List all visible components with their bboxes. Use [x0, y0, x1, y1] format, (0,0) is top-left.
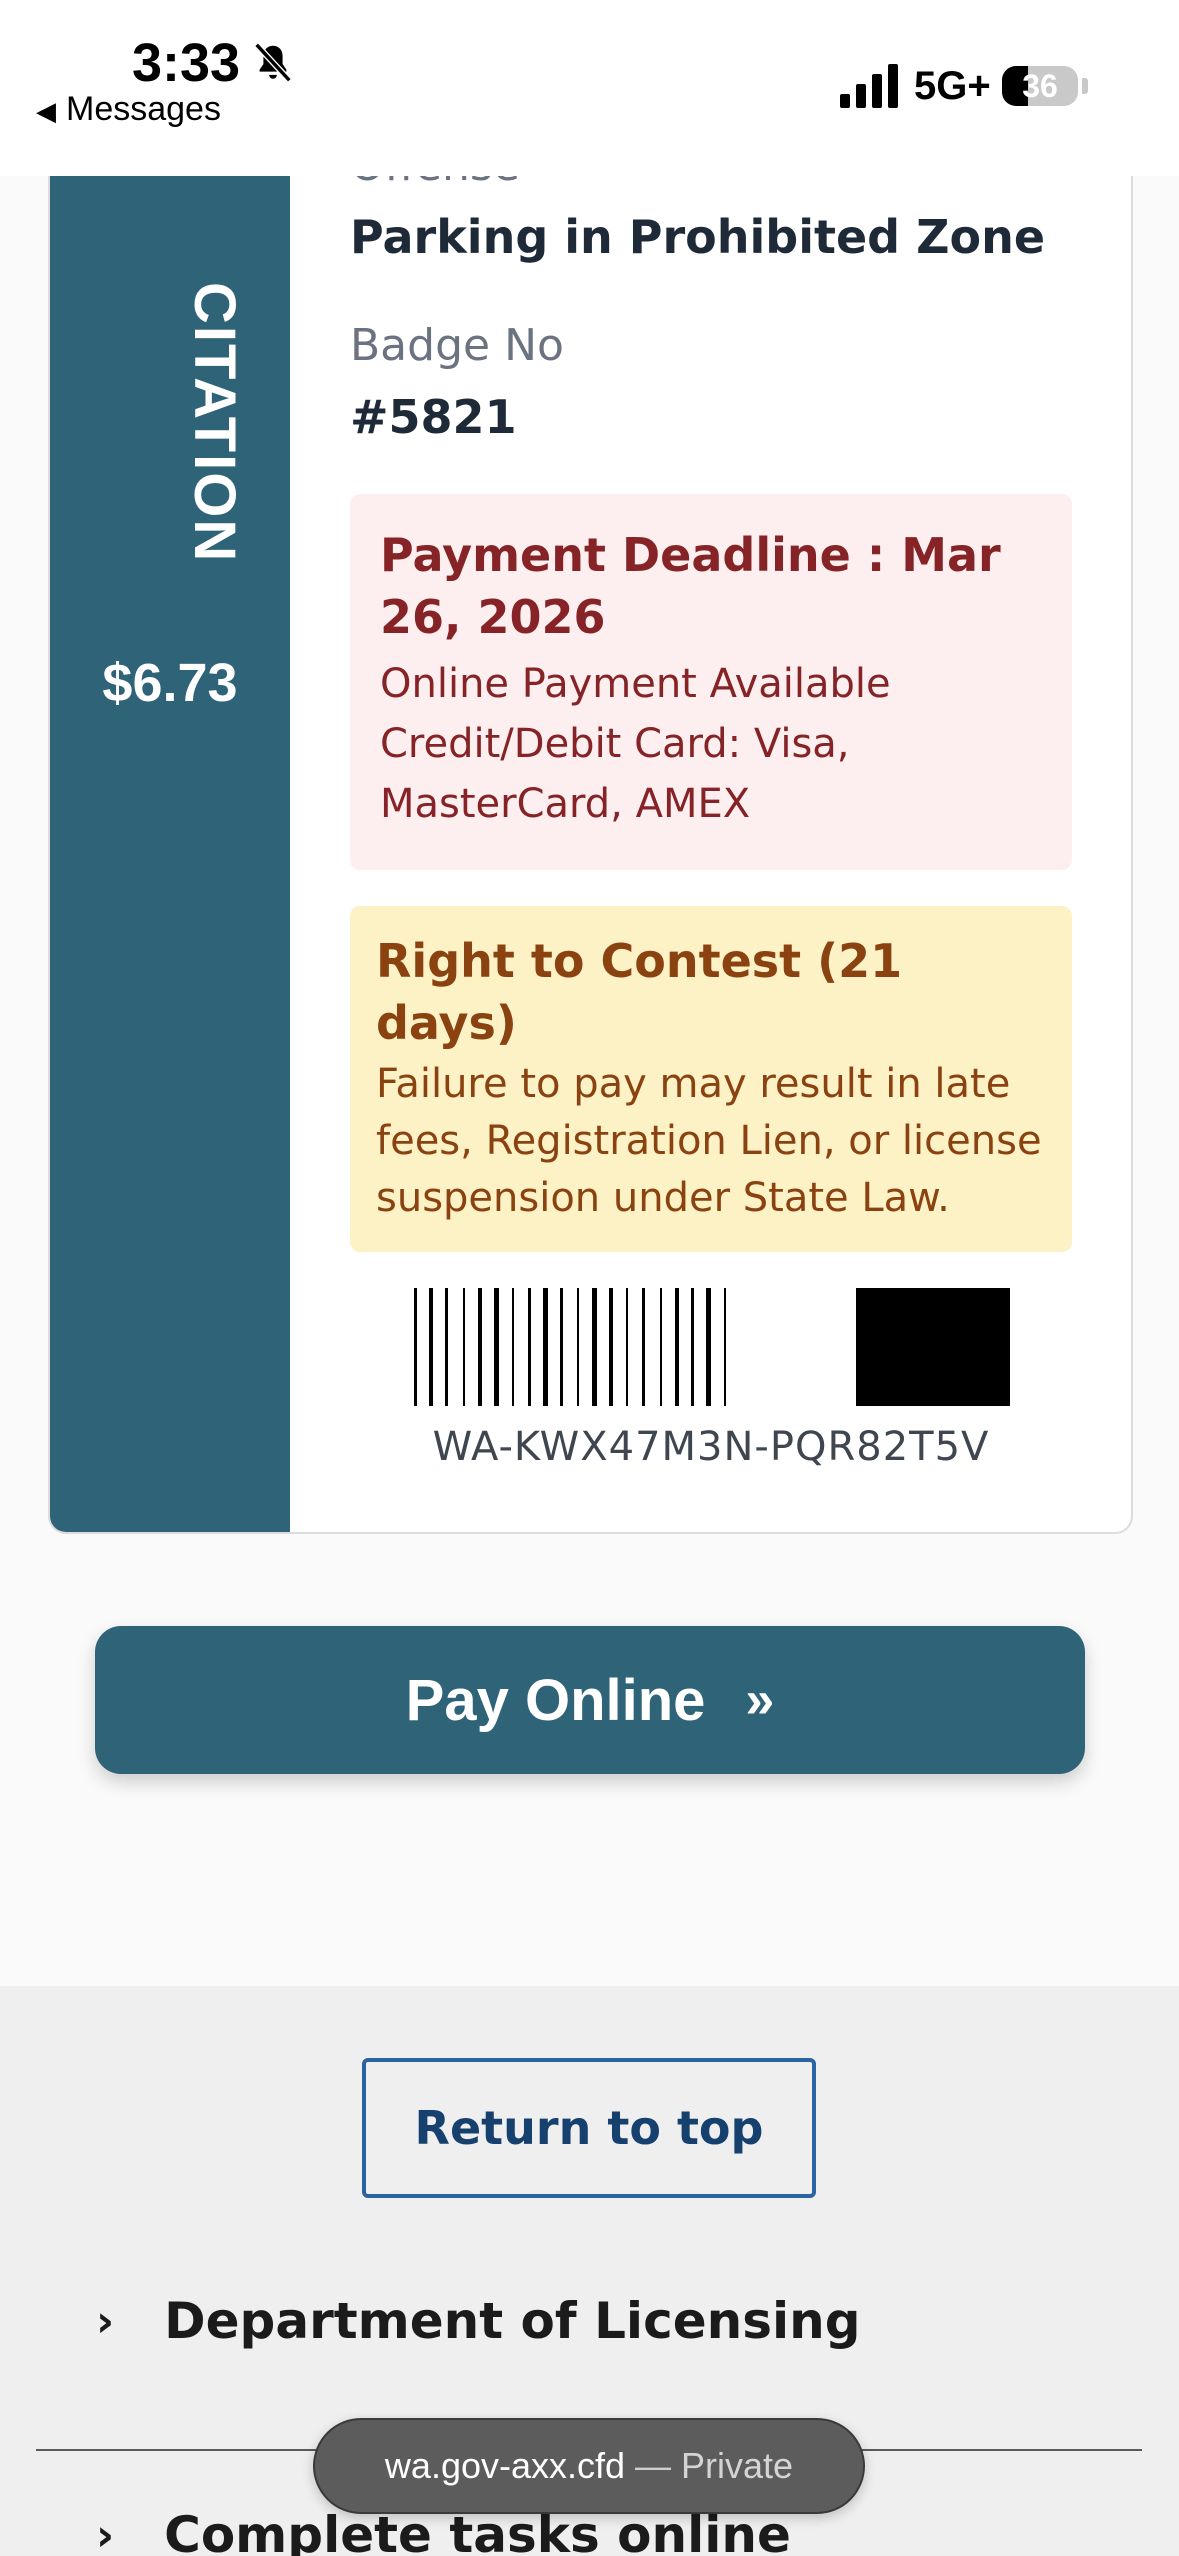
double-chevron-right-icon: » — [745, 1671, 775, 1729]
network-type: 5G+ — [914, 64, 991, 108]
deadline-title: Payment Deadline : Mar 26, 2026 — [380, 528, 1001, 644]
browser-url-bar[interactable]: wa.gov-axx.cfd — Private — [313, 2418, 865, 2514]
badge-value: #5821 — [350, 390, 517, 444]
payment-deadline-box: Payment Deadline : Mar 26, 2026 Online P… — [350, 494, 1072, 870]
citation-card: CITATION $6.73 Offense Parking in Prohib… — [48, 60, 1133, 1534]
status-bar: 3:33 ◀ Messages 5G+ 36 — [0, 0, 1179, 176]
footer-link-label: Department of Licensing — [164, 2292, 861, 2350]
offense-value: Parking in Prohibited Zone — [350, 210, 1046, 264]
badge-label: Badge No — [350, 320, 564, 371]
footer-link-department-of-licensing[interactable]: › Department of Licensing — [96, 2292, 861, 2350]
url-separator: — — [635, 2445, 672, 2486]
pay-online-button[interactable]: Pay Online » — [95, 1626, 1085, 1774]
url-text: wa.gov-axx.cfd — [384, 2445, 626, 2486]
back-to-messages[interactable]: ◀ Messages — [36, 90, 221, 129]
back-triangle-icon: ◀ — [36, 96, 56, 126]
citation-amount: $6.73 — [102, 653, 238, 713]
pay-online-label: Pay Online — [405, 1667, 706, 1733]
chevron-right-icon: › — [96, 2509, 115, 2556]
signal-icon — [840, 64, 898, 108]
private-mode-label: Private — [681, 2445, 794, 2486]
status-time: 3:33 — [132, 33, 241, 93]
return-to-top-button[interactable]: Return to top — [362, 2058, 816, 2198]
bell-slash-icon — [254, 42, 292, 83]
contest-title: Right to Contest (21 days) — [376, 934, 903, 1050]
barcode-number: WA-KWX47M3N-PQR82T5V — [432, 1424, 990, 1470]
chevron-right-icon: › — [96, 2295, 115, 2347]
battery-level: 36 — [1022, 68, 1058, 104]
citation-stub-label: CITATION — [182, 282, 247, 564]
contest-box: Right to Contest (21 days) Failure to pa… — [350, 906, 1072, 1252]
battery-tip — [1082, 78, 1088, 94]
barcode — [410, 1288, 1010, 1406]
contest-text: Failure to pay may result in late fees, … — [376, 1061, 1042, 1221]
battery-icon: 36 — [1002, 66, 1078, 106]
citation-stub: CITATION $6.73 — [50, 62, 290, 1532]
deadline-line: Online Payment Available — [380, 661, 891, 707]
deadline-info: Online Payment Available Credit/Debit Ca… — [380, 654, 1042, 834]
deadline-line: Credit/Debit Card: Visa, MasterCard, AME… — [380, 721, 850, 827]
